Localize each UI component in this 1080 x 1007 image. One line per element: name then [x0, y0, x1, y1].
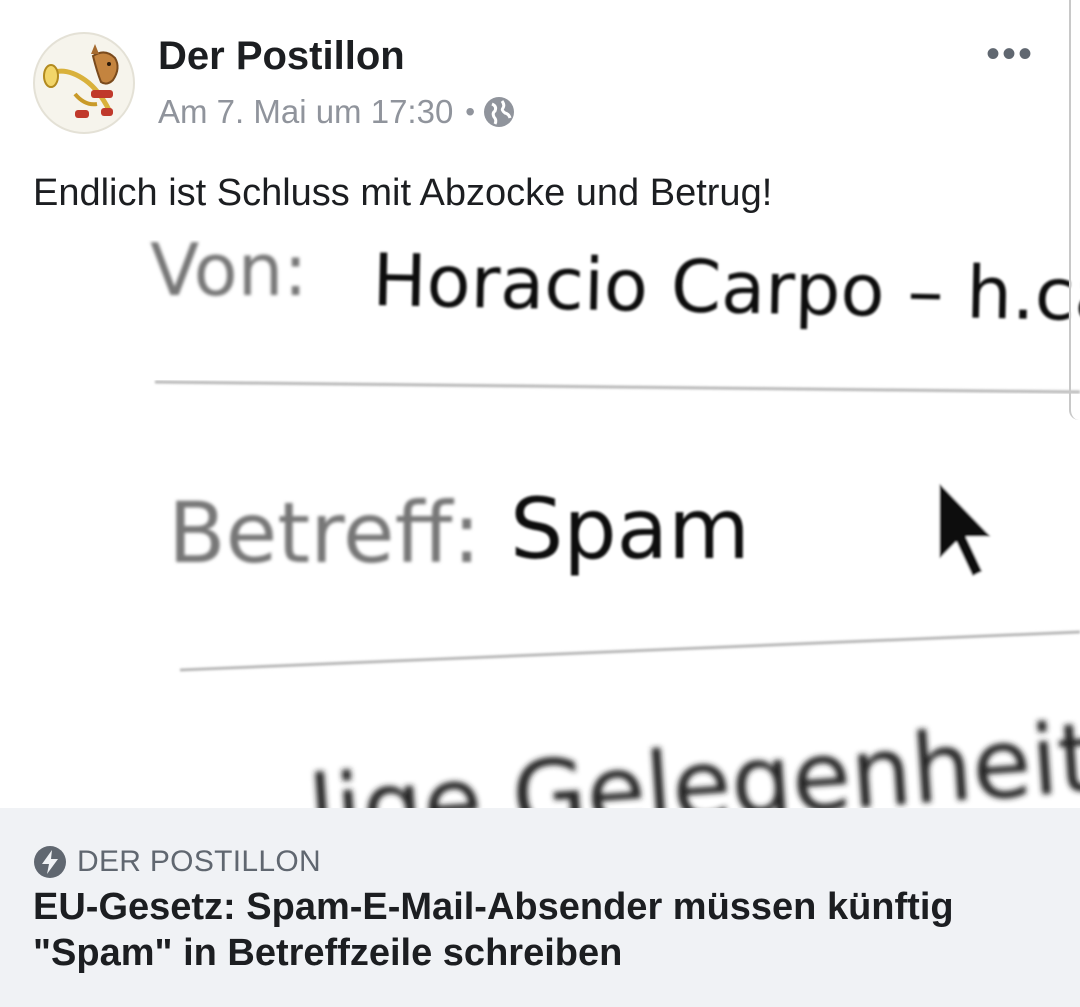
globe-icon	[483, 96, 515, 128]
post-caption: Endlich ist Schluss mit Abzocke und Betr…	[33, 172, 773, 214]
page-name-link[interactable]: Der Postillon	[158, 34, 405, 79]
email-subject-value: Spam	[510, 480, 750, 578]
link-preview-footer[interactable]: DER POSTILLON EU-Gesetz: Spam-E-Mail-Abs…	[0, 808, 1080, 1007]
email-from-value: Horacio Carpo – h.ca	[372, 240, 1080, 338]
link-headline[interactable]: EU-Gesetz: Spam-E-Mail-Absender müssen k…	[33, 884, 1043, 976]
facebook-post: Der Postillon Am 7. Mai um 17:30 • ••• E…	[0, 0, 1080, 1007]
instant-article-bolt-icon	[33, 845, 67, 879]
link-source-name: DER POSTILLON	[77, 845, 321, 878]
link-preview-image[interactable]: Von: Horacio Carpo – h.ca Betreff: Spam …	[0, 240, 1080, 808]
scrollbar[interactable]	[1069, 0, 1080, 420]
page-avatar[interactable]	[33, 32, 135, 134]
meta-separator: •	[465, 96, 476, 127]
email-from-label: Von:	[150, 240, 308, 312]
post-header: Der Postillon Am 7. Mai um 17:30 • •••	[0, 0, 1080, 150]
more-options-button[interactable]: •••	[984, 34, 1036, 74]
email-subject-label: Betreff:	[168, 484, 481, 582]
post-meta: Am 7. Mai um 17:30 •	[158, 90, 515, 134]
post-timestamp[interactable]: Am 7. Mai um 17:30	[158, 93, 453, 131]
postillon-logo-icon	[43, 44, 119, 118]
link-source-row: DER POSTILLON	[33, 844, 321, 880]
